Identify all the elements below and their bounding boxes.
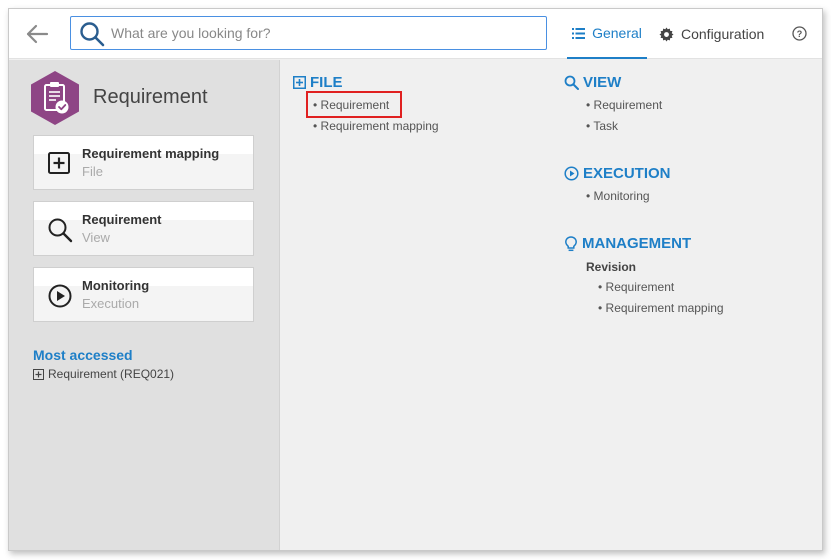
sidebar: Requirement Requirement mapping File Req… xyxy=(9,60,280,550)
arrow-left-icon xyxy=(26,24,49,44)
card-title: Requirement xyxy=(82,212,162,227)
list-icon xyxy=(572,27,586,39)
card-monitoring-execution[interactable]: Monitoring Execution xyxy=(33,267,254,322)
section-management-heading: MANAGEMENT xyxy=(564,235,691,252)
tab-configuration-label: Configuration xyxy=(681,26,765,42)
plus-square-icon xyxy=(293,76,306,89)
management-revision-subheading: Revision xyxy=(586,260,637,274)
svg-text:?: ? xyxy=(797,29,803,39)
link-execution-monitoring[interactable]: • Monitoring xyxy=(586,189,650,203)
plus-square-icon xyxy=(47,151,73,177)
card-title: Monitoring xyxy=(82,278,150,293)
card-requirement-view[interactable]: Requirement View xyxy=(33,201,254,256)
search-icon xyxy=(47,217,73,243)
help-icon: ? xyxy=(792,26,807,41)
section-view-title: VIEW xyxy=(583,74,622,91)
card-requirement-mapping-file[interactable]: Requirement mapping File xyxy=(33,135,254,190)
plus-square-icon xyxy=(33,368,44,380)
most-accessed-heading: Most accessed xyxy=(33,347,133,363)
section-execution-heading: EXECUTION xyxy=(564,165,671,182)
tab-general[interactable]: General xyxy=(567,9,647,59)
link-view-requirement[interactable]: • Requirement xyxy=(586,98,662,112)
section-management-title: MANAGEMENT xyxy=(582,235,692,252)
lightbulb-icon xyxy=(564,235,578,252)
most-accessed-item-label: Requirement (REQ021) xyxy=(48,367,175,381)
most-accessed-item[interactable]: Requirement (REQ021) xyxy=(33,367,174,381)
back-button[interactable] xyxy=(23,21,51,47)
search-icon xyxy=(79,21,105,47)
module-title: Requirement xyxy=(93,86,208,108)
requirement-module-icon xyxy=(29,70,81,126)
section-file-heading: FILE xyxy=(293,74,343,91)
link-view-task[interactable]: • Task xyxy=(586,119,618,133)
search-icon xyxy=(564,75,579,90)
tab-configuration[interactable]: Configuration xyxy=(659,9,774,59)
tab-general-label: General xyxy=(592,25,642,41)
app-window: General Configuration ? xyxy=(8,8,823,551)
help-button[interactable]: ? xyxy=(792,26,807,41)
play-circle-icon xyxy=(47,283,73,309)
link-revision-requirement[interactable]: • Requirement xyxy=(598,280,674,294)
highlight-box xyxy=(306,91,402,118)
search-input[interactable] xyxy=(111,20,541,46)
header: General Configuration ? xyxy=(9,9,822,59)
gear-icon xyxy=(659,26,674,42)
play-circle-icon xyxy=(564,166,579,181)
link-revision-requirement-mapping[interactable]: • Requirement mapping xyxy=(598,301,724,315)
section-view-heading: VIEW xyxy=(564,74,621,91)
card-subtitle: Execution xyxy=(82,296,140,311)
search-box[interactable] xyxy=(70,16,547,50)
link-file-requirement-mapping[interactable]: • Requirement mapping xyxy=(313,119,439,133)
section-execution-title: EXECUTION xyxy=(583,165,671,182)
card-subtitle: File xyxy=(82,164,103,179)
card-subtitle: View xyxy=(82,230,110,245)
section-file-title: FILE xyxy=(310,74,343,91)
card-title: Requirement mapping xyxy=(82,146,220,161)
